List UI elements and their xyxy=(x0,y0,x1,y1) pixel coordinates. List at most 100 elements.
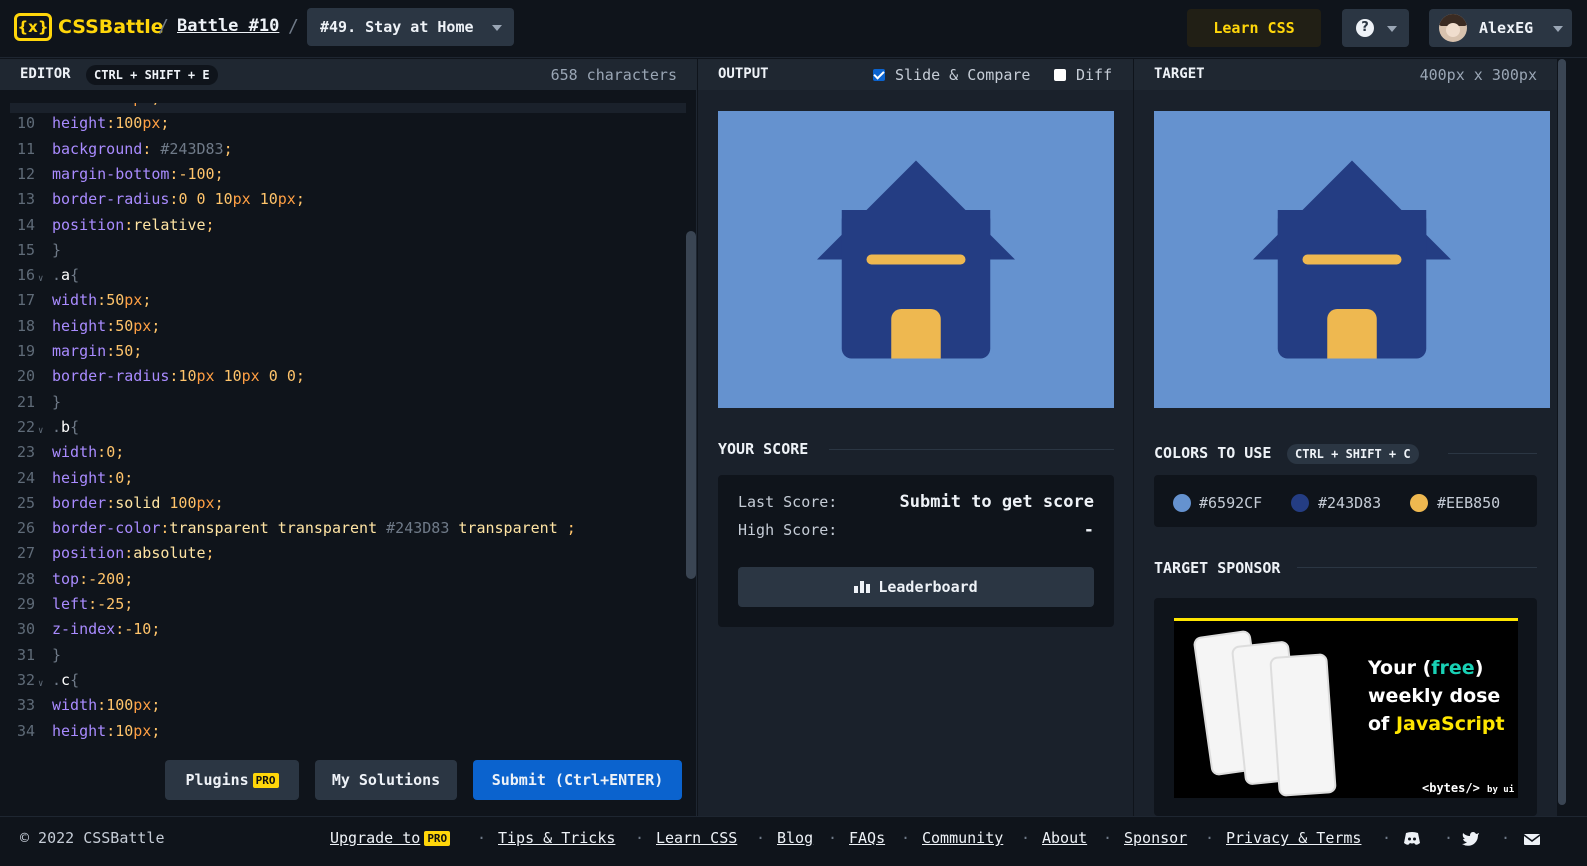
code-text: height:0; xyxy=(52,468,134,487)
code-text: border:solid 100px; xyxy=(52,493,224,512)
code-line[interactable]: 11 background: #243D83; xyxy=(0,140,686,165)
code-text: height:50px; xyxy=(52,316,161,335)
code-line[interactable]: 33 width:100px; xyxy=(0,696,686,721)
code-line[interactable]: 15} xyxy=(0,241,686,266)
footer-dot: · xyxy=(1444,829,1454,847)
pro-badge: PRO xyxy=(252,773,279,788)
code-editor[interactable]: 9 width:150px; 10 height:100px; 11 background… xyxy=(0,103,686,744)
line-number: 30 xyxy=(16,620,35,639)
learn-css-button[interactable]: Learn CSS xyxy=(1187,9,1321,47)
upgrade-pro-link[interactable]: Upgrade to PRO xyxy=(330,829,451,847)
footer-link-blog[interactable]: Blog xyxy=(777,829,813,847)
code-line[interactable]: 18 height:50px; xyxy=(0,317,686,342)
code-line[interactable]: 32 ∨ .c{ xyxy=(0,671,686,696)
line-number: 21 xyxy=(16,392,35,411)
code-line[interactable]: 14 position:relative; xyxy=(0,216,686,241)
code-line[interactable]: 16 ∨ .a{ xyxy=(0,266,686,291)
footer-link-tips[interactable]: Tips & Tricks xyxy=(498,829,615,847)
code-line[interactable]: 29 left:-25; xyxy=(0,595,686,620)
line-number: 17 xyxy=(16,291,35,310)
code-line[interactable]: 12 margin-bottom:-100; xyxy=(0,165,686,190)
code-line[interactable]: 22 ∨ .b{ xyxy=(0,418,686,443)
line-number: 26 xyxy=(16,519,35,538)
leaderboard-button[interactable]: Leaderboard xyxy=(738,567,1094,607)
code-line[interactable]: 24 height:0; xyxy=(0,469,686,494)
last-score-label: Last Score: xyxy=(738,493,838,511)
colors-card: #6592CF #243D83 #EEB850 xyxy=(1154,475,1537,527)
page-scrollbar[interactable] xyxy=(1557,59,1567,805)
your-score-title: YOUR SCORE xyxy=(718,440,809,458)
code-line[interactable]: 13 border-radius:0 0 10px 10px; xyxy=(0,190,686,215)
code-line[interactable]: 10 height:100px; xyxy=(0,114,686,139)
code-line[interactable]: 17 width:50px; xyxy=(0,291,686,316)
target-house-image xyxy=(1154,111,1550,408)
diff-checkbox[interactable] xyxy=(1054,69,1066,81)
footer-link-sponsor[interactable]: Sponsor xyxy=(1124,829,1187,847)
code-line[interactable]: 27 position:absolute; xyxy=(0,544,686,569)
line-number: 9 xyxy=(0,103,35,107)
color-code[interactable]: #6592CF xyxy=(1199,494,1262,512)
output-canvas[interactable] xyxy=(718,111,1114,408)
user-menu-button[interactable]: AlexEG xyxy=(1429,9,1572,47)
pro-badge: PRO xyxy=(424,831,451,846)
submit-button[interactable]: Submit (Ctrl+ENTER) xyxy=(473,760,682,800)
breadcrumb-separator: / xyxy=(158,16,169,37)
code-line[interactable]: 26 border-color:transparent transparent #… xyxy=(0,519,686,544)
line-number: 34 xyxy=(16,721,35,740)
target-size: 400px x 300px xyxy=(1419,66,1537,84)
fold-chevron-icon[interactable]: ∨ xyxy=(38,679,43,689)
code-text: .a{ xyxy=(52,266,80,285)
code-line[interactable]: 25 border:solid 100px; xyxy=(0,494,686,519)
discord-icon[interactable] xyxy=(1403,831,1421,847)
code-line[interactable]: 19 margin:50; xyxy=(0,342,686,367)
color-code[interactable]: #243D83 xyxy=(1318,494,1381,512)
plugins-label: Plugins xyxy=(185,771,249,789)
code-line[interactable]: 20 border-radius:10px 10px 0 0; xyxy=(0,367,686,392)
color-code[interactable]: #EEB850 xyxy=(1437,494,1500,512)
question-icon: ? xyxy=(1356,19,1374,37)
section-divider xyxy=(1297,567,1537,568)
cssbattle-logo[interactable]: {x} CSSBattle xyxy=(14,13,164,41)
footer-link-privacy[interactable]: Privacy & Terms xyxy=(1226,829,1361,847)
battle-link[interactable]: Battle #10 xyxy=(177,16,279,36)
sponsor-ad[interactable]: Your (free) weekly dose of JavaScript <b… xyxy=(1174,618,1518,798)
color-swatch[interactable] xyxy=(1172,493,1192,513)
code-text: } xyxy=(52,645,62,664)
slide-compare-checkbox[interactable] xyxy=(873,69,885,81)
mail-icon[interactable] xyxy=(1523,831,1541,847)
line-number: 29 xyxy=(16,595,35,613)
code-line[interactable]: 31} xyxy=(0,646,686,671)
code-text: } xyxy=(52,240,62,259)
output-panel: OUTPUT Slide & Compare Diff YOUR SCORE L… xyxy=(698,59,1133,816)
code-line[interactable]: 34 height:10px; xyxy=(0,722,686,745)
fold-chevron-icon[interactable]: ∨ xyxy=(38,274,43,284)
help-menu-button[interactable]: ? xyxy=(1342,9,1409,47)
challenge-select[interactable]: #49. Stay at Home xyxy=(307,8,514,46)
code-line[interactable]: 28 top:-200; xyxy=(0,570,686,595)
twitter-icon[interactable] xyxy=(1462,831,1480,847)
footer-link-about[interactable]: About xyxy=(1042,829,1087,847)
footer-link-faqs[interactable]: FAQs xyxy=(849,829,885,847)
slide-compare-label[interactable]: Slide & Compare xyxy=(895,66,1030,84)
code-line[interactable]: 21} xyxy=(0,393,686,418)
color-swatch[interactable] xyxy=(1290,493,1310,513)
footer-link-learn-css[interactable]: Learn CSS xyxy=(656,829,737,847)
plugins-button[interactable]: Plugins PRO xyxy=(165,760,299,800)
line-number: 33 xyxy=(16,696,35,715)
code-text: width:100px; xyxy=(52,696,161,715)
code-line[interactable]: 9 width:150px; xyxy=(0,103,686,114)
my-solutions-button[interactable]: My Solutions xyxy=(315,760,457,800)
fold-chevron-icon[interactable]: ∨ xyxy=(38,426,43,436)
challenge-label: #49. Stay at Home xyxy=(320,18,474,36)
diff-label[interactable]: Diff xyxy=(1076,66,1112,84)
high-score-label: High Score: xyxy=(738,521,838,539)
editor-scrollbar[interactable] xyxy=(686,231,696,579)
footer-link-community[interactable]: Community xyxy=(922,829,1003,847)
output-house-render xyxy=(718,111,1114,408)
color-swatch[interactable] xyxy=(1409,493,1429,513)
line-number: 22 xyxy=(16,417,35,436)
code-line[interactable]: 30 z-index:-10; xyxy=(0,620,686,645)
user-name: AlexEG xyxy=(1479,19,1534,37)
line-number: 18 xyxy=(16,316,35,335)
code-line[interactable]: 23 width:0; xyxy=(0,443,686,468)
